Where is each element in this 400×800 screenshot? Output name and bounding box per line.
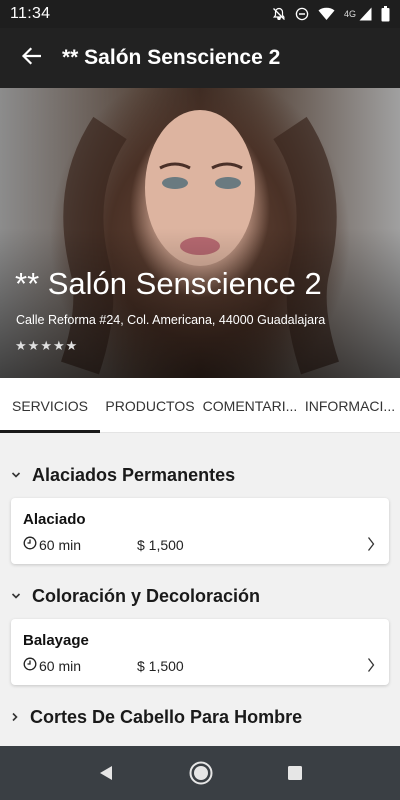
salon-address: Calle Reforma #24, Col. Americana, 44000… <box>16 313 326 327</box>
tab-informacion[interactable]: INFORMACI... <box>300 378 400 433</box>
tab-productos[interactable]: PRODUCTOS <box>100 378 200 433</box>
system-nav-bar <box>0 746 400 800</box>
home-circle-icon[interactable] <box>188 760 214 786</box>
app-bar-title: ** Salón Senscience 2 <box>62 46 281 69</box>
chevron-right-icon <box>367 536 375 557</box>
section-title: Alaciados Permanentes <box>32 464 236 485</box>
service-name: Balayage <box>23 632 89 649</box>
salon-hero-image: ** Salón Senscience 2 Calle Reforma #24,… <box>0 88 400 378</box>
chevron-down-icon <box>0 471 32 479</box>
service-duration: 60 min <box>23 536 81 553</box>
status-time: 11:34 <box>10 5 51 22</box>
service-price: $ 1,500 <box>137 537 184 553</box>
recents-square-icon[interactable] <box>287 765 303 781</box>
salon-name: ** Salón Senscience 2 <box>15 266 322 301</box>
app-bar: ** Salón Senscience 2 <box>0 28 400 88</box>
duration-text: 60 min <box>39 657 82 674</box>
network-type: 4G <box>343 9 356 19</box>
star-icon: ★ <box>65 338 78 353</box>
service-duration: 60 min <box>23 657 81 674</box>
star-icon: ★ <box>40 338 52 353</box>
service-card[interactable]: Balayage 60 min $ 1,500 <box>11 619 389 685</box>
chevron-right-icon <box>0 712 30 722</box>
tab-servicios[interactable]: SERVICIOS <box>0 378 100 433</box>
battery-icon <box>381 6 390 22</box>
chevron-down-icon <box>0 592 32 600</box>
hero-shade <box>0 228 400 378</box>
tab-bar: SERVICIOS PRODUCTOS COMENTARI... INFORMA… <box>0 378 400 433</box>
service-price: $ 1,500 <box>137 658 184 674</box>
service-card[interactable]: Alaciado 60 min $ 1,500 <box>11 498 389 564</box>
star-icon: ★ <box>15 338 27 353</box>
status-bar: 11:34 4G <box>0 0 400 28</box>
arrow-left-icon <box>21 46 42 70</box>
notifications-off-icon <box>272 7 286 21</box>
duration-text: 60 min <box>39 536 82 553</box>
star-icon: ★ <box>52 338 65 353</box>
section-header[interactable]: Alaciados Permanentes <box>0 455 400 495</box>
salon-rating: ★ ★ ★ ★ ★ <box>15 339 77 352</box>
service-name: Alaciado <box>23 511 86 528</box>
cell-signal-icon <box>359 7 372 21</box>
star-icon: ★ <box>27 338 40 353</box>
section-header[interactable]: Cortes De Cabello Para Hombre <box>0 697 400 737</box>
wifi-icon <box>318 7 335 21</box>
section-header[interactable]: Coloración y Decoloración <box>0 576 400 616</box>
clock-icon <box>23 536 37 553</box>
clock-icon <box>23 657 37 674</box>
chevron-right-icon <box>367 657 375 678</box>
tab-comentarios[interactable]: COMENTARI... <box>200 378 300 433</box>
back-button[interactable] <box>0 28 62 88</box>
section-title: Coloración y Decoloración <box>32 585 261 606</box>
do-not-disturb-icon <box>295 7 309 21</box>
status-icons: 4G <box>272 6 390 22</box>
section-title: Cortes De Cabello Para Hombre <box>30 706 303 727</box>
back-triangle-icon[interactable] <box>97 764 115 782</box>
